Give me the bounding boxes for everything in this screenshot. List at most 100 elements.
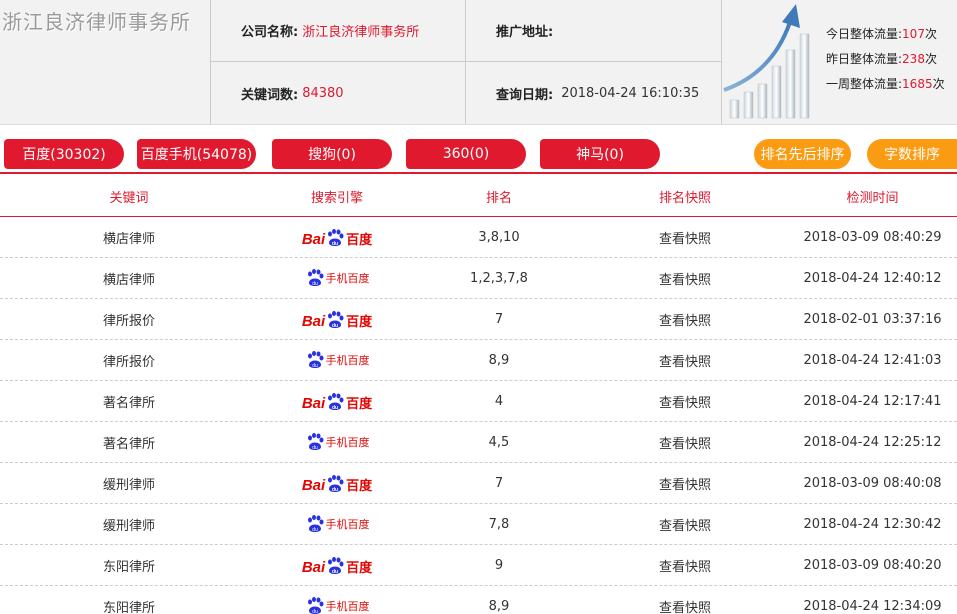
keyword-cell: 律所报价 — [102, 354, 155, 370]
traffic-unit: 次 — [924, 52, 937, 66]
query-date-value: 2018-04-24 16:10:35 — [561, 85, 700, 101]
keyword-cell: 东阳律所 — [102, 559, 155, 575]
keyword-cell: 著名律所 — [102, 436, 155, 452]
growth-chart-icon — [723, 4, 810, 119]
keywords-cell: 关键词数: 84380 — [211, 62, 466, 124]
view-snapshot-link[interactable]: 查看快照 — [582, 515, 788, 534]
traffic-today: 今日整体流量:107次 — [826, 22, 945, 47]
traffic-yesterday-label: 昨日整体流量: — [826, 52, 903, 66]
check-time-cell: 2018-04-24 12:41:03 — [803, 352, 942, 368]
engine-cell: du 手机百度 — [258, 596, 416, 614]
table-row: 缓刑律师 du 手机百度 7,8 查看快照 2018-04-24 12:30:42 — [0, 504, 957, 545]
view-snapshot-link[interactable]: 查看快照 — [582, 351, 788, 370]
baidu-paw-icon: du — [328, 475, 344, 493]
check-time-cell: 2018-04-24 12:25:12 — [803, 434, 942, 450]
check-time-cell: 2018-04-24 12:40:12 — [803, 270, 942, 286]
traffic-week: 一周整体流量:1685次 — [826, 72, 945, 97]
view-snapshot-link[interactable]: 查看快照 — [582, 556, 788, 575]
site-logo: 浙江良济律师事务所 — [2, 10, 191, 34]
rank-cell: 4 — [494, 393, 504, 409]
svg-text:du: du — [312, 445, 318, 451]
engine-cell: du 手机百度 — [258, 514, 416, 534]
baidu-logo-icon: Bai du 百度 — [302, 226, 372, 248]
sort-by-length-button[interactable]: 字数排序 — [867, 139, 957, 169]
keyword-cell: 横店律师 — [102, 231, 155, 247]
baidu-logo-icon: Bai du 百度 — [302, 390, 372, 412]
tab-sogou[interactable]: 搜狗(0) — [272, 139, 392, 169]
traffic-unit: 次 — [932, 77, 945, 91]
table-row: 著名律所 Bai du 百度 4 查看快照 2018-04-24 12:17:41 — [0, 381, 957, 422]
baidu-paw-icon: du — [307, 433, 323, 451]
info-grid: 公司名称: 浙江良济律师事务所 推广地址: 关键词数: 84380 查询日期: … — [211, 0, 722, 125]
baidu-mobile-logo-icon: du 手机百度 — [305, 596, 370, 614]
baidu-mobile-logo-icon: du 手机百度 — [305, 350, 370, 370]
baidu-paw-icon: du — [328, 229, 344, 247]
traffic-list: 今日整体流量:107次 昨日整体流量:238次 一周整体流量:1685次 — [826, 22, 945, 97]
baidu-mobile-logo-icon: du 手机百度 — [305, 432, 370, 452]
engine-cell: du 手机百度 — [258, 268, 416, 288]
baidu-mobile-logo-text: 手机百度 — [325, 600, 370, 613]
traffic-panel: 今日整体流量:107次 昨日整体流量:238次 一周整体流量:1685次 — [722, 0, 957, 125]
svg-text:du: du — [332, 241, 338, 247]
baidu-paw-icon: du — [328, 557, 344, 575]
view-snapshot-link[interactable]: 查看快照 — [582, 310, 788, 329]
traffic-week-value: 1685 — [902, 77, 933, 91]
engine-cell: Bai du 百度 — [258, 226, 416, 248]
baidu-logo-icon: Bai du 百度 — [302, 554, 372, 576]
header-rank: 排名 — [485, 191, 512, 206]
rank-cell: 1,2,3,7,8 — [470, 270, 528, 286]
keyword-cell: 缓刑律师 — [102, 518, 155, 534]
table-row: 缓刑律师 Bai du 百度 7 查看快照 2018-03-09 08:40:08 — [0, 463, 957, 504]
baidu-logo-cn: 百度 — [346, 397, 373, 412]
traffic-unit: 次 — [924, 27, 937, 41]
baidu-paw-icon: du — [307, 515, 323, 533]
baidu-paw-icon: du — [307, 351, 323, 369]
traffic-today-label: 今日整体流量: — [826, 27, 903, 41]
header-snapshot: 排名快照 — [658, 191, 711, 206]
view-snapshot-link[interactable]: 查看快照 — [582, 392, 788, 411]
engine-cell: Bai du 百度 — [258, 390, 416, 412]
keyword-cell: 缓刑律师 — [102, 477, 155, 493]
baidu-mobile-logo-text: 手机百度 — [325, 518, 370, 531]
tab-360[interactable]: 360(0) — [406, 139, 526, 169]
baidu-mobile-logo-text: 手机百度 — [325, 272, 370, 285]
view-snapshot-link[interactable]: 查看快照 — [582, 433, 788, 452]
rank-cell: 9 — [494, 557, 504, 573]
table-row: 律所报价 du 手机百度 8,9 查看快照 2018-04-24 12:41:03 — [0, 340, 957, 381]
tab-baidu[interactable]: 百度(30302) — [4, 139, 124, 169]
rank-cell: 4,5 — [488, 434, 510, 450]
keywords-value: 84380 — [302, 85, 344, 101]
view-snapshot-link[interactable]: 查看快照 — [582, 228, 788, 247]
sort-by-rank-button[interactable]: 排名先后排序 — [754, 139, 851, 169]
company-label: 公司名称: — [241, 25, 299, 40]
traffic-week-label: 一周整体流量: — [826, 77, 903, 91]
table-body: 横店律师 Bai du 百度 3,8,10 查看快照 2018-03-09 08:40:29… — [0, 217, 957, 614]
baidu-mobile-logo-text: 手机百度 — [325, 354, 370, 367]
company-cell: 公司名称: 浙江良济律师事务所 — [211, 0, 466, 62]
view-snapshot-link[interactable]: 查看快照 — [582, 474, 788, 493]
rank-cell: 7,8 — [488, 516, 510, 532]
tab-baidu-mobile[interactable]: 百度手机(54078) — [137, 139, 256, 169]
rank-cell: 7 — [494, 475, 504, 491]
baidu-logo-latin: Bai — [301, 477, 326, 494]
view-snapshot-link[interactable]: 查看快照 — [582, 597, 788, 614]
view-snapshot-link[interactable]: 查看快照 — [582, 269, 788, 288]
promo-label: 推广地址: — [496, 25, 554, 40]
baidu-mobile-logo-icon: du 手机百度 — [305, 268, 370, 288]
table-row: 东阳律所 du 手机百度 8,9 查看快照 2018-04-24 12:34:09 — [0, 586, 957, 614]
baidu-logo-latin: Bai — [301, 559, 326, 576]
baidu-paw-icon: du — [307, 597, 323, 614]
check-time-cell: 2018-03-09 08:40:29 — [803, 229, 942, 245]
baidu-paw-icon: du — [328, 393, 344, 411]
logo-box: 浙江良济律师事务所 — [0, 0, 211, 125]
baidu-mobile-logo-text: 手机百度 — [325, 436, 370, 449]
baidu-logo-icon: Bai du 百度 — [302, 308, 372, 330]
tab-shenma[interactable]: 神马(0) — [540, 139, 660, 169]
keyword-cell: 横店律师 — [102, 272, 155, 288]
baidu-paw-icon: du — [328, 311, 344, 329]
baidu-logo-cn: 百度 — [346, 315, 373, 330]
check-time-cell: 2018-04-24 12:30:42 — [803, 516, 942, 532]
baidu-logo-latin: Bai — [301, 313, 326, 330]
baidu-logo-latin: Bai — [301, 395, 326, 412]
ranking-table: 关键词 搜索引擎 排名 排名快照 检测时间 横店律师 Bai du 百度 3,8,10 查… — [0, 177, 957, 614]
